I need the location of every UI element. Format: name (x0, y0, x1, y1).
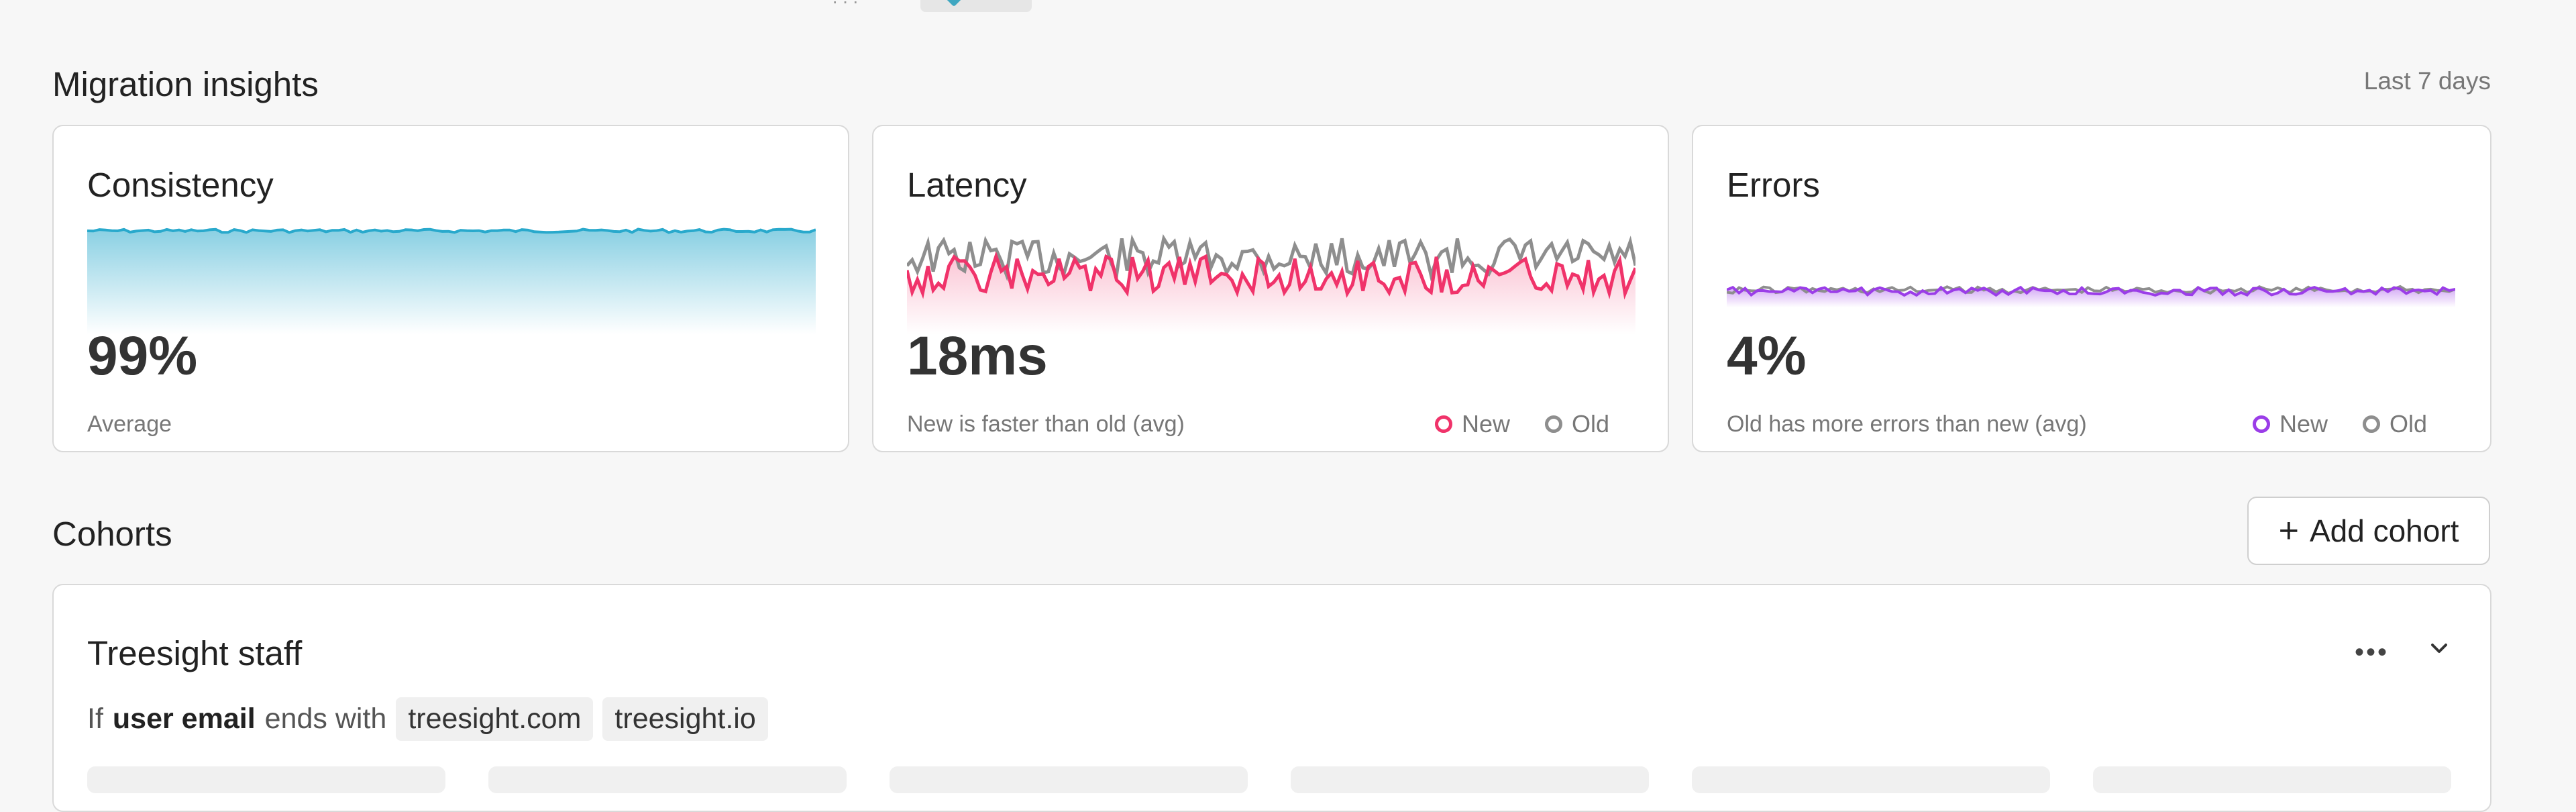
legend-old-label: Old (2390, 410, 2428, 438)
errors-value: 4% (1727, 325, 1807, 387)
cohort-slot (2093, 766, 2451, 793)
legend-old-label: Old (1572, 410, 1610, 438)
breadcrumb-dots: ··· (832, 0, 863, 11)
latency-value: 18ms (907, 325, 1048, 387)
consistency-card: Consistency 99% Average (52, 125, 849, 452)
card-title: Consistency (87, 166, 274, 204)
rule-tag: treesight.io (602, 697, 768, 741)
latency-subtitle: New is faster than old (avg) (907, 411, 1185, 437)
date-range[interactable]: Last 7 days (2364, 67, 2491, 95)
legend-new-label: New (2279, 410, 2328, 438)
old-legend-icon (2363, 415, 2381, 433)
consistency-area (87, 229, 816, 334)
consistency-chart (87, 227, 816, 334)
cohort-card: Treesight staff ••• If user email ends w… (52, 584, 2491, 812)
rule-tag: treesight.com (396, 697, 594, 741)
card-title: Errors (1727, 166, 1820, 204)
latency-legend: New Old (1435, 410, 1609, 438)
errors-subtitle: Old has more errors than new (avg) (1727, 411, 2087, 437)
more-options-icon[interactable]: ••• (2355, 638, 2389, 668)
new-legend-icon (2253, 415, 2270, 433)
plus-icon: + (2278, 511, 2299, 550)
cohort-name: Treesight staff (87, 634, 303, 672)
cohort-rule: If user email ends with treesight.com tr… (87, 697, 768, 741)
cohort-slot (1291, 766, 1649, 793)
latency-card: Latency 18ms New is faster than old (avg… (872, 125, 1669, 452)
rule-field: user email (112, 702, 256, 735)
errors-card: Errors 4% Old has more errors than new (… (1692, 125, 2491, 452)
new-legend-icon (1435, 415, 1452, 433)
consistency-value: 99% (87, 325, 198, 387)
cohort-slot (1692, 766, 2050, 793)
rule-operator: ends with (264, 702, 387, 735)
card-title: Latency (907, 166, 1027, 204)
cohort-slot (488, 766, 847, 793)
cohort-slot (87, 766, 445, 793)
consistency-line (87, 227, 816, 234)
insights-title: Migration insights (52, 65, 319, 103)
cohorts-title: Cohorts (52, 515, 172, 553)
env-chip[interactable] (920, 0, 1032, 12)
diamond-icon (944, 0, 964, 7)
old-legend-icon (1545, 415, 1563, 433)
legend-new-label: New (1462, 410, 1511, 438)
rule-prefix: If (87, 702, 103, 735)
errors-legend: New Old (2253, 410, 2427, 438)
add-cohort-button[interactable]: + Add cohort (2247, 497, 2490, 565)
consistency-subtitle: Average (87, 411, 172, 437)
latency-chart (907, 234, 1635, 334)
errors-chart (1727, 285, 2455, 307)
cohort-slot (890, 766, 1248, 793)
chevron-down-icon[interactable] (2426, 635, 2453, 662)
add-cohort-label: Add cohort (2309, 513, 2459, 548)
